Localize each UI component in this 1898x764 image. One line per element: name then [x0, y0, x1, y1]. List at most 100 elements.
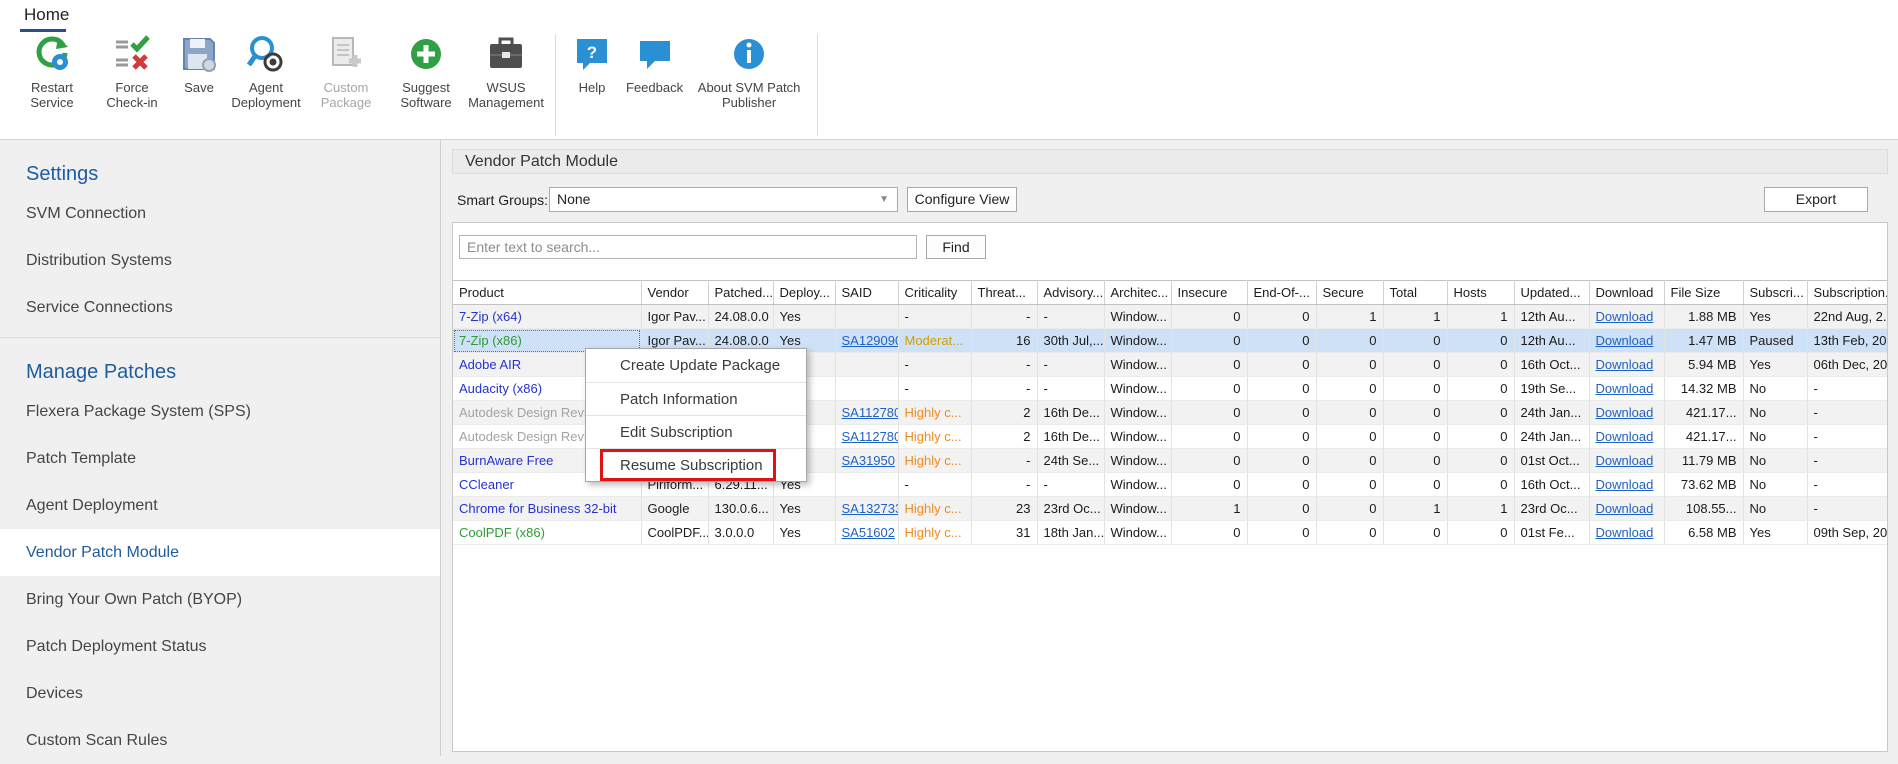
context-menu-item-patch-information[interactable]: Patch Information: [586, 382, 806, 415]
table-row-chrome-for-business-32-bit[interactable]: Chrome for Business 32-bitGoogle130.0.6.…: [453, 497, 1888, 521]
force-check-in-button[interactable]: Force Check-in: [92, 34, 172, 110]
sidebar-item-bring-your-own-patch-byop[interactable]: Bring Your Own Patch (BYOP): [0, 576, 440, 623]
ribbon-button-label: Restart Service: [19, 80, 85, 110]
agent-deployment-button[interactable]: Agent Deployment: [226, 34, 306, 110]
said-link[interactable]: SA51602: [842, 525, 896, 540]
sidebar-item-patch-deployment-status[interactable]: Patch Deployment Status: [0, 623, 440, 670]
table-cell: 0: [1447, 353, 1514, 377]
column-header-criticality[interactable]: Criticality: [898, 281, 971, 305]
sidebar-item-svm-connection[interactable]: SVM Connection: [0, 190, 440, 237]
sidebar-section-header-settings: Settings: [0, 158, 440, 190]
sidebar-item-devices[interactable]: Devices: [0, 670, 440, 717]
table-row-7-zip-x64[interactable]: 7-Zip (x64)Igor Pav...24.08.0.0Yes---Win…: [453, 305, 1888, 329]
criticality-value: Highly c...: [905, 501, 962, 516]
column-header-product[interactable]: Product: [453, 281, 641, 305]
column-header-updated[interactable]: Updated...: [1514, 281, 1589, 305]
ribbon-group-separator: [555, 34, 556, 136]
context-menu-item-resume-subscription[interactable]: Resume Subscription: [586, 448, 806, 481]
column-header-deploy[interactable]: Deploy...: [773, 281, 835, 305]
sidebar-item-vendor-patch-module[interactable]: Vendor Patch Module: [0, 529, 440, 576]
table-cell: 130.0.6...: [708, 497, 773, 521]
sidebar-item-patch-template[interactable]: Patch Template: [0, 435, 440, 482]
table-cell: -: [971, 305, 1037, 329]
sidebar-item-custom-scan-rules[interactable]: Custom Scan Rules: [0, 717, 440, 764]
product-link[interactable]: CoolPDF (x86): [459, 525, 545, 540]
product-link[interactable]: Adobe AIR: [459, 357, 521, 372]
context-menu-item-edit-subscription[interactable]: Edit Subscription: [586, 415, 806, 448]
sidebar-item-service-connections[interactable]: Service Connections: [0, 284, 440, 331]
column-header-hosts[interactable]: Hosts: [1447, 281, 1514, 305]
custom-package-button[interactable]: Custom Package: [306, 34, 386, 110]
download-link[interactable]: Download: [1596, 405, 1654, 420]
find-button[interactable]: Find: [926, 235, 986, 259]
export-button[interactable]: Export: [1764, 187, 1868, 212]
column-header-file-size[interactable]: File Size: [1664, 281, 1743, 305]
download-link[interactable]: Download: [1596, 501, 1654, 516]
download-link[interactable]: Download: [1596, 453, 1654, 468]
column-header-end-of[interactable]: End-Of-...: [1247, 281, 1316, 305]
table-cell: No: [1743, 497, 1807, 521]
said-link[interactable]: SA31950: [842, 453, 896, 468]
download-link[interactable]: Download: [1596, 309, 1654, 324]
download-link[interactable]: Download: [1596, 381, 1654, 396]
column-header-threat[interactable]: Threat...: [971, 281, 1037, 305]
column-header-subscri[interactable]: Subscri...: [1743, 281, 1807, 305]
table-row-coolpdf-x86[interactable]: CoolPDF (x86)CoolPDF...3.0.0.0YesSA51602…: [453, 521, 1888, 545]
criticality-value: Highly c...: [905, 405, 962, 420]
column-header-total[interactable]: Total: [1383, 281, 1447, 305]
column-header-subscription[interactable]: Subscription...: [1807, 281, 1888, 305]
product-link[interactable]: Audacity (x86): [459, 381, 542, 396]
said-link[interactable]: SA112780: [842, 405, 899, 420]
table-cell: 16: [971, 329, 1037, 353]
tab-home[interactable]: Home: [24, 5, 69, 25]
said-link[interactable]: SA132733: [842, 501, 899, 516]
column-header-advisory[interactable]: Advisory...: [1037, 281, 1104, 305]
wsus-management-button[interactable]: WSUS Management: [466, 34, 546, 110]
download-link[interactable]: Download: [1596, 357, 1654, 372]
column-header-architec[interactable]: Architec...: [1104, 281, 1171, 305]
feedback-button[interactable]: Feedback: [619, 34, 690, 95]
download-link[interactable]: Download: [1596, 333, 1654, 348]
product-link[interactable]: 7-Zip (x64): [459, 309, 522, 324]
said-link[interactable]: SA129090: [842, 333, 899, 348]
table-cell: 1.88 MB: [1664, 305, 1743, 329]
suggest-software-button[interactable]: Suggest Software: [386, 34, 466, 110]
table-cell: 0: [1447, 473, 1514, 497]
download-link[interactable]: Download: [1596, 429, 1654, 444]
table-cell: Download: [1589, 449, 1664, 473]
download-link[interactable]: Download: [1596, 477, 1654, 492]
table-cell: 0: [1383, 377, 1447, 401]
product-link[interactable]: CCleaner: [459, 477, 514, 492]
column-header-said[interactable]: SAID: [835, 281, 898, 305]
sidebar-item-agent-deployment[interactable]: Agent Deployment: [0, 482, 440, 529]
help-icon: ?: [572, 34, 612, 80]
search-input[interactable]: [459, 235, 917, 259]
table-cell: No: [1743, 449, 1807, 473]
criticality-value: Moderat...: [905, 333, 964, 348]
table-cell: Download: [1589, 425, 1664, 449]
said-link[interactable]: SA112780: [842, 429, 899, 444]
table-cell: 0: [1447, 449, 1514, 473]
product-link[interactable]: 7-Zip (x86): [459, 333, 522, 348]
sidebar-item-distribution-systems[interactable]: Distribution Systems: [0, 237, 440, 284]
save-button[interactable]: Save: [172, 34, 226, 95]
column-header-insecure[interactable]: Insecure: [1171, 281, 1247, 305]
column-header-vendor[interactable]: Vendor: [641, 281, 708, 305]
table-cell: 2: [971, 401, 1037, 425]
column-header-patched[interactable]: Patched...: [708, 281, 773, 305]
criticality-value: Highly c...: [905, 429, 962, 444]
configure-view-button[interactable]: Configure View: [907, 187, 1017, 212]
context-menu-item-create-update-package[interactable]: Create Update Package: [586, 349, 806, 382]
column-header-download[interactable]: Download: [1589, 281, 1664, 305]
column-header-secure[interactable]: Secure: [1316, 281, 1383, 305]
smart-groups-select[interactable]: None ▼: [549, 187, 898, 212]
product-link[interactable]: Chrome for Business 32-bit: [459, 501, 617, 516]
help-button[interactable]: ?Help: [565, 34, 619, 95]
about-svm-patch-publisher-button[interactable]: About SVM Patch Publisher: [690, 34, 808, 110]
download-link[interactable]: Download: [1596, 525, 1654, 540]
table-cell: 0: [1171, 425, 1247, 449]
table-cell: -: [1037, 305, 1104, 329]
product-link[interactable]: BurnAware Free: [459, 453, 553, 468]
restart-service-button[interactable]: Restart Service: [12, 34, 92, 110]
sidebar-item-flexera-package-system-sps[interactable]: Flexera Package System (SPS): [0, 388, 440, 435]
